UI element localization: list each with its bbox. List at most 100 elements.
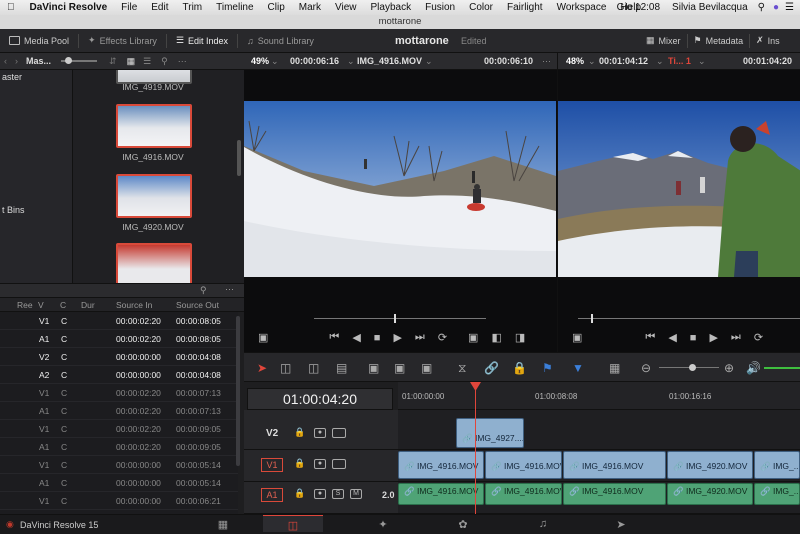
play-icon[interactable]: ▶ [709,331,717,344]
viewer-mode-icon[interactable]: ▣ [258,331,268,344]
effects-library-button[interactable]: ✦ Effects Library [79,35,166,46]
list-view-icon[interactable]: ☰ [139,56,155,67]
more-options-icon[interactable]: ⋯ [225,284,234,295]
col-v[interactable]: V [38,300,44,310]
chevron-down-icon[interactable]: ⌄ [271,56,279,67]
lock-icon[interactable]: 🔒 [294,458,305,469]
chevron-down-icon[interactable]: ⌄ [425,56,433,67]
lock-icon[interactable]: 🔒 [512,361,527,375]
selection-tool-icon[interactable]: ➤ [257,361,267,375]
sound-library-button[interactable]: ♫ Sound Library [238,36,323,46]
solo-button[interactable]: S [332,489,344,499]
timeline-name[interactable]: Ti... 1 [668,56,691,66]
timeline-clip[interactable]: 🔗 IMG_4916.MOV [563,451,666,479]
play-icon[interactable]: ▶ [393,331,401,344]
timeline-clip[interactable]: 🔗 IMG_... [754,483,800,505]
timeline-clip[interactable]: 🔗 IMG_4927.... [456,418,524,448]
loop-icon[interactable]: ⟳ [754,331,763,344]
chevron-down-icon[interactable]: ⌄ [347,56,355,67]
search-icon[interactable]: ⚲ [155,56,174,67]
menu-view[interactable]: View [328,2,364,13]
table-row[interactable]: V1 C 00:00:02:20 00:00:07:13 [0,384,238,402]
apple-icon[interactable]:  [0,2,22,13]
zoom-slider-handle[interactable] [689,364,696,371]
volume-slider[interactable] [764,367,800,369]
marker-icon[interactable]: ▼ [572,361,584,375]
dynamic-trim-icon[interactable]: ◫ [308,361,319,375]
jump-start-icon[interactable]: ⏮ [645,331,655,344]
chevron-down-icon[interactable]: ⌄ [698,56,706,67]
track-visibility-icon[interactable] [332,459,346,469]
source-frame[interactable] [244,101,556,277]
lock-icon[interactable]: 🔒 [294,488,305,499]
timeline-clip[interactable]: 🔗 IMG_4920.MOV [667,451,753,479]
page-fairlight-icon[interactable]: ♫ [513,518,573,530]
zoom-in-icon[interactable]: ⊕ [724,361,734,375]
col-dur[interactable]: Dur [81,300,95,310]
menu-workspace[interactable]: Workspace [550,2,614,13]
timeline-scrubber[interactable] [578,318,800,319]
blade-tool-icon[interactable]: ▤ [336,361,347,375]
table-row[interactable]: A1 C 00:00:00:00 00:00:05:14 [0,474,238,492]
thumbnail-view-icon[interactable]: ▦ [123,56,140,67]
table-row[interactable]: V1 C 00:00:02:20 00:00:09:05 [0,420,238,438]
menu-fairlight[interactable]: Fairlight [500,2,550,13]
timeline-current-timecode[interactable]: 01:00:04:20 [247,388,393,410]
app-menu[interactable]: DaVinci Resolve [22,2,115,13]
menu-list-icon[interactable]: ☰ [783,2,796,13]
bin-path[interactable]: Mas... [22,56,55,66]
table-row[interactable]: A1 C 00:00:02:20 00:00:08:05 [0,330,238,348]
siri-icon[interactable]: ● [769,2,783,13]
menu-color[interactable]: Color [462,2,500,13]
col-source-in[interactable]: Source In [116,300,152,310]
search-icon[interactable]: ⚲ [200,285,207,296]
menu-fusion[interactable]: Fusion [418,2,462,13]
col-source-out[interactable]: Source Out [176,300,219,310]
linked-selection-icon[interactable]: 🔗 [484,361,499,375]
jump-end-icon[interactable]: ⏭ [731,331,741,344]
chevron-down-icon[interactable]: ⌄ [656,56,664,67]
jump-end-icon[interactable]: ⏭ [415,331,425,344]
more-options-icon[interactable]: ⋯ [174,56,191,67]
overwrite-clip-icon[interactable]: ▣ [394,361,405,375]
match-frame-icon[interactable]: ▣ [468,331,478,344]
table-row[interactable]: A1 C 00:00:02:20 00:00:09:05 [0,438,238,456]
viewer-mode-icon[interactable]: ▣ [572,331,582,344]
timeline-clip[interactable]: 🔗 IMG_4916.MOV [485,451,562,479]
trim-tool-icon[interactable]: ◫ [280,361,291,375]
clip-thumb-4916[interactable] [116,104,192,148]
more-options-icon[interactable]: ⋯ [542,56,551,67]
page-media-icon[interactable]: ▦ [193,518,253,531]
clip-thumb-4920[interactable] [116,174,192,218]
timeline-frame[interactable] [558,101,800,277]
volume-icon[interactable]: 🔊 [746,361,761,375]
stop-icon[interactable]: ■ [374,332,381,344]
auto-select-icon[interactable]: ● [314,459,326,469]
menu-mark[interactable]: Mark [292,2,328,13]
menu-trim[interactable]: Trim [176,2,210,13]
source-scrubber[interactable] [314,318,486,319]
table-row[interactable]: V1 C 00:00:02:20 00:00:08:05 [0,312,238,330]
stop-icon[interactable]: ■ [690,332,697,344]
timeline-ruler[interactable]: 01:00:00:00 01:00:08:08 01:00:16:16 [398,382,800,410]
edit-index-scrollbar[interactable] [236,316,240,466]
play-reverse-icon[interactable]: ◀ [352,331,360,344]
menu-timeline[interactable]: Timeline [209,2,260,13]
mark-in-icon[interactable]: ◧ [491,331,501,344]
auto-select-icon[interactable]: ● [314,428,326,438]
lock-icon[interactable]: 🔒 [294,427,305,438]
menu-edit[interactable]: Edit [144,2,175,13]
chevron-down-icon[interactable]: ⌄ [588,56,596,67]
menu-playback[interactable]: Playback [364,2,419,13]
table-row[interactable]: V1 C 00:00:00:00 00:00:05:14 [0,456,238,474]
jump-start-icon[interactable]: ⏮ [329,331,339,344]
zoom-out-icon[interactable]: ⊖ [641,361,651,375]
media-pool-button[interactable]: Media Pool [0,36,78,46]
timeline-clip[interactable]: 🔗 IMG_4920.MOV [667,483,753,505]
table-row[interactable]: V2 C 00:00:00:00 00:00:04:08 [0,348,238,366]
timeline-view-icon[interactable]: ▦ [609,361,620,375]
page-color-icon[interactable]: ✿ [433,518,493,531]
timeline-clip[interactable]: 🔗 IMG_4916.MOV [398,483,484,505]
track-name[interactable]: V1 [261,458,283,472]
play-reverse-icon[interactable]: ◀ [668,331,676,344]
